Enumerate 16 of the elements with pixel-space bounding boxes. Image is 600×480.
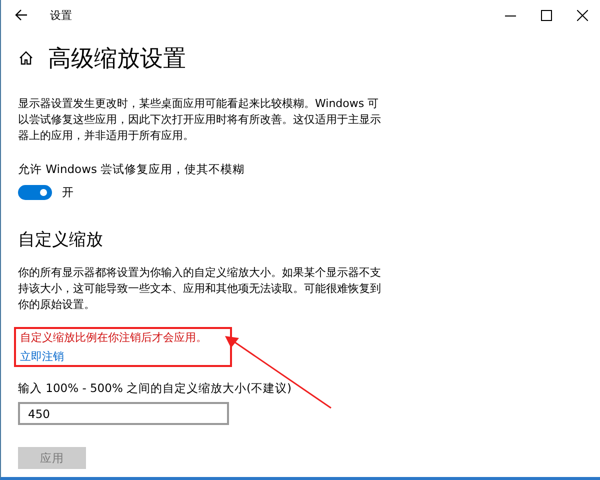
toggle-label: 允许 Windows 尝试修复应用，使其不模糊 [18,162,246,177]
description-text: 你的所有显示器都将设置为你输入的自定义缩放大小。如果某个显示器不支持该大小，这可能导致一些文本、应用和其他项无法读取。可能很难恢复到你的原始设置。 [18,265,382,313]
back-icon[interactable] [14,8,28,22]
notice-text: 自定义缩放比例在你注销后才会应用。 [20,330,208,345]
maximize-icon [540,10,552,20]
description-text: 显示器设置发生更改时，某些桌面应用可能看起来比较模糊。Windows 可以尝试修复这些应用，因此下次打开应用时将有所改善。这仅适用于主显示器上的应用，并非适用于所有应用。 [18,96,382,144]
home-icon[interactable] [18,50,34,66]
section-heading: 自定义缩放 [18,229,104,251]
close-icon [576,10,588,20]
scale-input-field[interactable]: 450 [18,402,229,425]
input-label: 输入 100% - 500% 之间的自定义缩放大小(不建议) [18,381,292,396]
window-title: 设置 [50,8,73,22]
page-title: 高级缩放设置 [48,44,186,74]
sign-out-link[interactable]: 立即注销 [20,349,64,364]
toggle-state-text: 开 [62,185,74,200]
toggle-switch[interactable] [18,185,52,200]
